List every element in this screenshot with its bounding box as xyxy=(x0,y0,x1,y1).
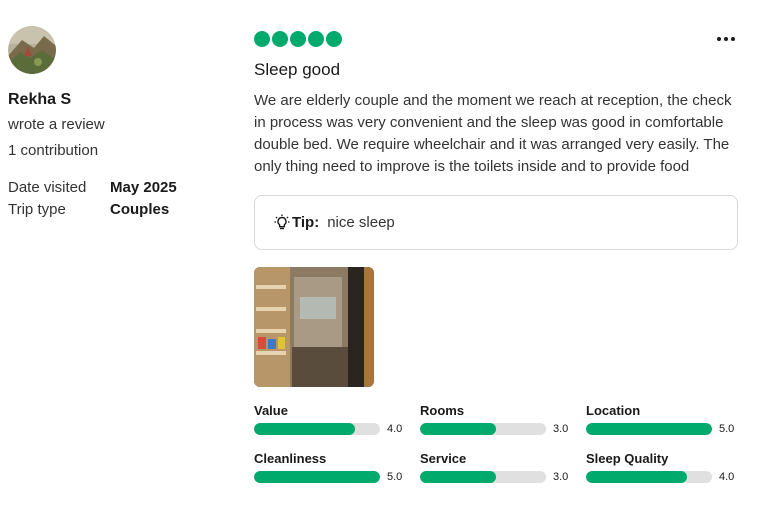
rating-bar xyxy=(420,423,546,435)
rating-bar xyxy=(254,471,380,483)
rating-bubble-icon xyxy=(254,31,270,47)
sub-rating-row: 4.0 xyxy=(586,471,738,483)
sub-rating-value: 3.0 xyxy=(553,423,569,435)
rating-bar xyxy=(586,471,712,483)
bubble-rating xyxy=(254,30,738,48)
sub-rating-value: 3.0 xyxy=(553,471,569,483)
rating-bar xyxy=(254,423,380,435)
sub-rating-value: 4.0 xyxy=(719,471,735,483)
more-options-icon[interactable] xyxy=(714,30,738,48)
tip-box: Tip: nice sleep xyxy=(254,195,738,250)
sub-rating-name: Cleanliness xyxy=(254,451,327,466)
sub-rating-row: 4.0 xyxy=(254,423,420,435)
review-photo[interactable] xyxy=(254,267,374,387)
review-card: Sleep good We are elderly couple and the… xyxy=(254,30,738,483)
reviewer-name[interactable]: Rekha S xyxy=(8,91,228,109)
lightbulb-icon xyxy=(274,214,290,229)
sub-rating-row: 3.0 xyxy=(420,471,586,483)
trip-type-value: Couples xyxy=(110,201,170,218)
sub-ratings-grid: Value 4.0 Rooms 3.0 Location 5.0 Cleanliness 5.… xyxy=(254,403,738,483)
sub-rating-name: Value xyxy=(254,403,288,418)
contribution-count: 1 contribution xyxy=(8,142,99,159)
review-title: Sleep good xyxy=(254,60,341,79)
sub-rating-row: 3.0 xyxy=(420,423,586,435)
rating-bar-fill xyxy=(254,471,380,483)
sub-rating-name: Location xyxy=(586,403,641,418)
sub-rating-row: 5.0 xyxy=(254,471,420,483)
rating-bar-fill xyxy=(586,471,687,483)
tip-text: nice sleep xyxy=(327,214,395,231)
sub-rating-value: 4.0 xyxy=(387,423,403,435)
review-text: We are elderly couple and the moment we … xyxy=(254,92,732,175)
rating-bubble-icon xyxy=(290,31,306,47)
review-action-text: wrote a review xyxy=(8,116,105,133)
rating-bubble-icon xyxy=(326,31,342,47)
rating-bar-fill xyxy=(586,423,712,435)
date-visited-row: Date visited May 2025 xyxy=(8,177,228,199)
rating-bar-fill xyxy=(420,471,496,483)
rating-bar xyxy=(420,471,546,483)
tip-label: Tip: xyxy=(292,214,320,231)
rating-bar-fill xyxy=(254,423,355,435)
date-visited-label: Date visited xyxy=(8,179,87,196)
sub-rating-name: Service xyxy=(420,451,467,466)
sub-rating-name: Sleep Quality xyxy=(586,451,669,466)
avatar[interactable] xyxy=(8,26,56,74)
reviewer-panel: Rekha S wrote a review 1 contribution Da… xyxy=(8,26,228,221)
rating-bubble-icon xyxy=(272,31,288,47)
rating-bar xyxy=(586,423,712,435)
sub-rating: Location 5.0 xyxy=(586,403,738,435)
date-visited-value: May 2025 xyxy=(110,179,177,196)
sub-rating: Sleep Quality 4.0 xyxy=(586,451,738,483)
trip-type-label: Trip type xyxy=(8,201,66,218)
rating-bar-fill xyxy=(420,423,496,435)
sub-rating: Cleanliness 5.0 xyxy=(254,451,420,483)
trip-type-row: Trip type Couples xyxy=(8,199,228,221)
sub-rating: Rooms 3.0 xyxy=(420,403,586,435)
sub-rating-value: 5.0 xyxy=(387,471,403,483)
rating-bubble-icon xyxy=(308,31,324,47)
sub-rating: Value 4.0 xyxy=(254,403,420,435)
trip-meta: Date visited May 2025 Trip type Couples xyxy=(8,177,228,221)
sub-rating-name: Rooms xyxy=(420,403,465,418)
sub-rating: Service 3.0 xyxy=(420,451,586,483)
sub-rating-value: 5.0 xyxy=(719,423,735,435)
sub-rating-row: 5.0 xyxy=(586,423,738,435)
